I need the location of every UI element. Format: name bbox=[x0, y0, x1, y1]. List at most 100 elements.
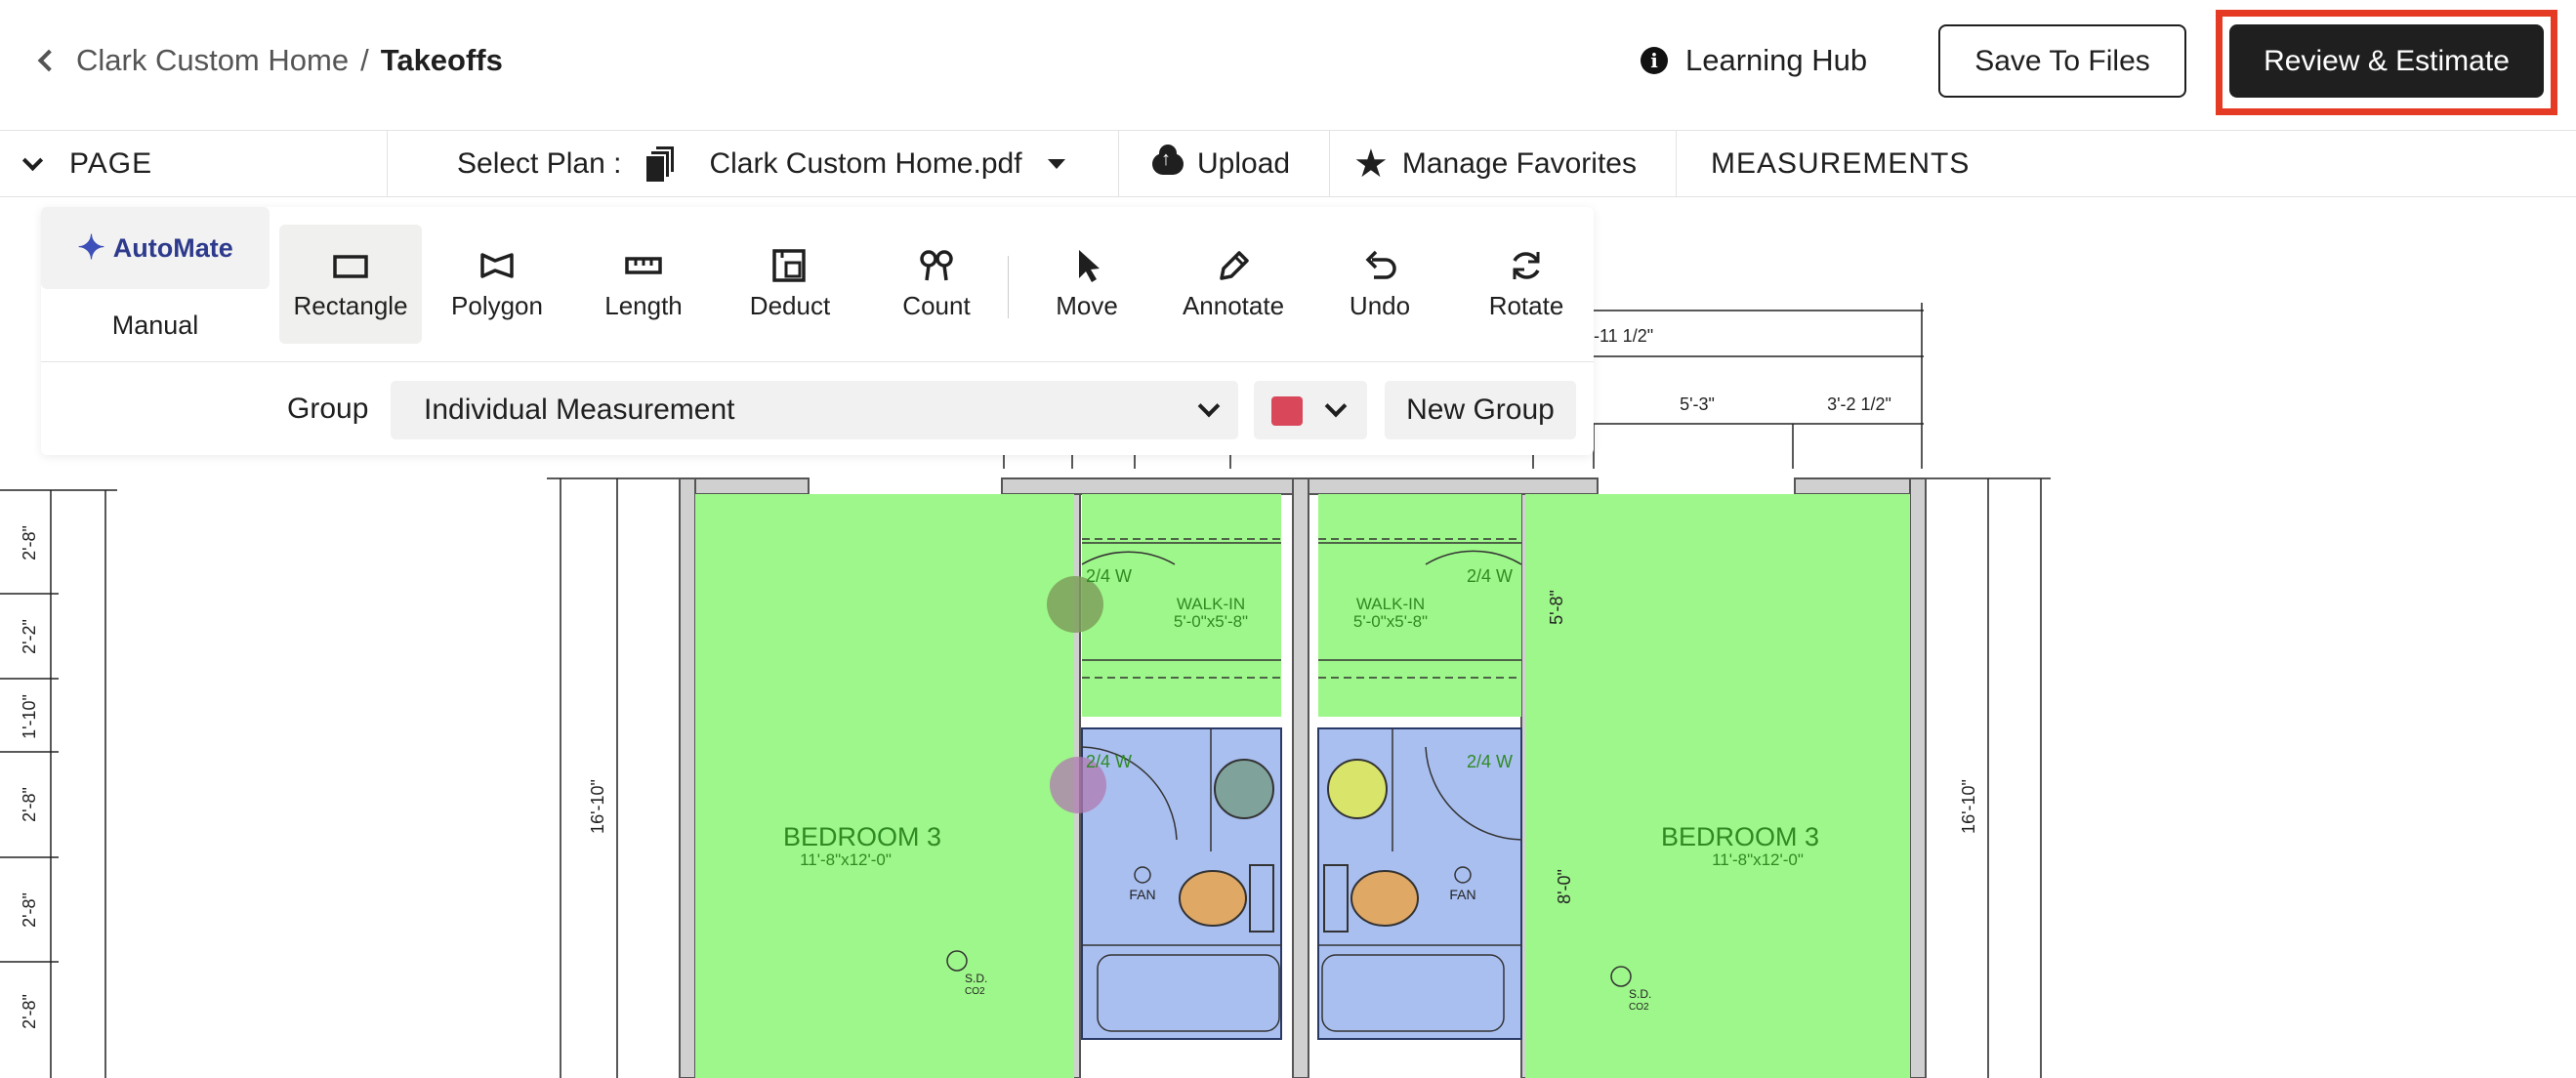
save-to-files-button[interactable]: Save To Files bbox=[1938, 24, 2186, 98]
divider bbox=[1329, 131, 1330, 197]
breadcrumb-current: Takeoffs bbox=[380, 43, 503, 77]
rotate-icon bbox=[1507, 244, 1546, 287]
chevron-down-icon bbox=[1324, 394, 1348, 418]
door-label: 2/4 W bbox=[1086, 752, 1132, 771]
review-estimate-button[interactable]: Review & Estimate bbox=[2229, 24, 2544, 98]
count-pins-icon bbox=[917, 244, 956, 287]
plan-bar: PAGE Select Plan : Clark Custom Home.pdf… bbox=[0, 131, 2576, 197]
co2-label: CO2 bbox=[1629, 1002, 1649, 1013]
chevron-down-icon bbox=[21, 149, 44, 171]
tool-label: Annotate bbox=[1182, 291, 1285, 320]
tool-label: Undo bbox=[1349, 291, 1411, 320]
divider bbox=[1008, 256, 1009, 318]
room-left-name: BEDROOM 3 bbox=[783, 822, 941, 851]
bedroom-right-area[interactable] bbox=[1525, 494, 1910, 1078]
polygon-icon bbox=[478, 244, 517, 287]
fan-label: FAN bbox=[1129, 887, 1155, 902]
toilet-right bbox=[1350, 870, 1419, 927]
sparkle-icon: ✦ bbox=[77, 229, 105, 267]
rectangle-icon bbox=[331, 244, 370, 287]
select-plan-label: Select Plan : bbox=[457, 147, 622, 180]
tool-count[interactable]: Count bbox=[865, 225, 1008, 344]
ruler-icon bbox=[624, 244, 663, 287]
group-select[interactable]: Individual Measurement bbox=[391, 381, 1238, 439]
tool-label: Rotate bbox=[1488, 291, 1564, 320]
dimension-label: 5'-8" bbox=[1547, 590, 1566, 625]
info-icon: i bbox=[1641, 47, 1668, 74]
cursor-icon bbox=[1067, 244, 1106, 287]
plan-selector[interactable]: Select Plan : Clark Custom Home.pdf bbox=[457, 131, 1065, 197]
door-label: 2/4 W bbox=[1467, 566, 1513, 586]
undo-icon bbox=[1360, 244, 1399, 287]
closet-right-size: 5'-0"x5'-8" bbox=[1353, 612, 1428, 631]
divider bbox=[387, 131, 388, 197]
breadcrumb-separator: / bbox=[360, 43, 369, 77]
toilet-left bbox=[1179, 870, 1247, 927]
automate-mode-button[interactable]: ✦ AutoMate bbox=[41, 207, 270, 289]
group-color-picker[interactable] bbox=[1254, 381, 1367, 439]
page-label: PAGE bbox=[69, 147, 153, 180]
sd-label: S.D. bbox=[1629, 987, 1651, 1001]
door-label: 2/4 W bbox=[1467, 752, 1513, 771]
learning-hub-label: Learning Hub bbox=[1685, 43, 1868, 77]
measurements-label: MEASUREMENTS bbox=[1711, 147, 1971, 180]
deduct-icon bbox=[770, 244, 810, 287]
closet-left-name: WALK-IN bbox=[1177, 595, 1245, 613]
fan-label: FAN bbox=[1449, 887, 1475, 902]
upload-button[interactable]: Upload bbox=[1152, 131, 1290, 197]
tool-label: Length bbox=[604, 291, 683, 320]
tool-label: Polygon bbox=[451, 291, 543, 320]
dimension-label: 16'-10" bbox=[588, 779, 607, 834]
dimension-label: 2'-8" bbox=[20, 994, 39, 1029]
tool-move[interactable]: Move bbox=[1016, 225, 1158, 344]
dimension-label: 2'-8" bbox=[20, 525, 39, 560]
tool-length[interactable]: Length bbox=[572, 225, 715, 344]
dimension-label: 5'-3" bbox=[1680, 394, 1715, 414]
chevron-down-icon bbox=[1197, 394, 1221, 418]
divider bbox=[1676, 131, 1677, 197]
tool-annotate[interactable]: Annotate bbox=[1162, 225, 1305, 344]
tool-deduct[interactable]: Deduct bbox=[719, 225, 861, 344]
group-label: Group bbox=[287, 393, 369, 425]
top-header: Clark Custom Home / Takeoffs i Learning … bbox=[0, 0, 2576, 131]
back-chevron-icon[interactable] bbox=[37, 49, 61, 72]
tool-undo[interactable]: Undo bbox=[1309, 225, 1451, 344]
dimension-label: 1'-10" bbox=[20, 694, 39, 739]
manual-mode-button[interactable]: Manual bbox=[41, 301, 270, 350]
closet-left-size: 5'-0"x5'-8" bbox=[1174, 612, 1248, 631]
dimension-label: -11 1/2" bbox=[1594, 326, 1653, 346]
caret-down-icon bbox=[1047, 159, 1065, 169]
measurement-toolbar: ✦ AutoMate Manual Rectangle Polygon Leng… bbox=[41, 207, 1594, 455]
measurements-tab[interactable]: MEASUREMENTS bbox=[1711, 131, 1970, 197]
page-toggle[interactable]: PAGE bbox=[21, 131, 153, 197]
breadcrumb-parent[interactable]: Clark Custom Home bbox=[76, 43, 349, 78]
dimension-label: 16'-10" bbox=[1959, 779, 1978, 834]
room-left-size: 11'-8"x12'-0" bbox=[800, 850, 892, 869]
tool-polygon[interactable]: Polygon bbox=[426, 225, 568, 344]
door-label: 2/4 W bbox=[1086, 566, 1132, 586]
room-right-name: BEDROOM 3 bbox=[1661, 822, 1819, 851]
manage-favorites-label: Manage Favorites bbox=[1401, 147, 1637, 180]
color-swatch bbox=[1271, 396, 1303, 426]
manage-favorites-button[interactable]: ★ Manage Favorites bbox=[1353, 131, 1637, 197]
documents-icon bbox=[644, 145, 680, 184]
tool-rectangle[interactable]: Rectangle bbox=[279, 225, 422, 344]
co2-label: CO2 bbox=[965, 986, 985, 997]
closet-right-name: WALK-IN bbox=[1356, 595, 1425, 613]
divider bbox=[1118, 131, 1119, 197]
tool-label: Count bbox=[902, 291, 971, 320]
tool-rotate[interactable]: Rotate bbox=[1455, 225, 1598, 344]
pen-icon bbox=[1214, 244, 1253, 287]
bedroom-left-area[interactable] bbox=[695, 494, 1074, 1078]
automate-label: AutoMate bbox=[112, 232, 233, 263]
tool-label: Move bbox=[1056, 291, 1118, 320]
room-right-size: 11'-8"x12'-0" bbox=[1712, 850, 1804, 869]
sink-left bbox=[1214, 759, 1274, 819]
dimension-label: 3'-2 1/2" bbox=[1827, 394, 1891, 414]
group-value: Individual Measurement bbox=[424, 394, 735, 426]
learning-hub-link[interactable]: i Learning Hub bbox=[1641, 39, 1867, 82]
plan-name: Clark Custom Home.pdf bbox=[709, 147, 1022, 180]
new-group-button[interactable]: New Group bbox=[1385, 381, 1576, 439]
sd-label: S.D. bbox=[965, 972, 987, 985]
dimension-label: 2'-2" bbox=[20, 619, 39, 654]
